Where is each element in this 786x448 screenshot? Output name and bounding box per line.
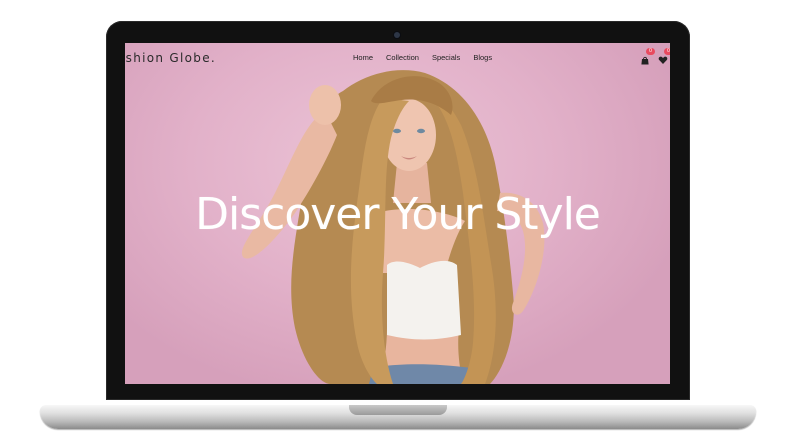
nav-item-home[interactable]: Home (353, 53, 373, 62)
eye-right-shape (417, 128, 425, 134)
nav-item-collection[interactable]: Collection (386, 53, 419, 62)
wishlist-count-badge: 0 (664, 48, 670, 55)
eye-left-shape (393, 128, 401, 134)
brand-logo[interactable]: ashion Globe. (125, 51, 216, 65)
heart-glyph (658, 56, 668, 64)
cart-count-badge: 0 (646, 48, 655, 55)
header-icons: 0 0 (638, 48, 670, 65)
heart-icon[interactable]: 0 (658, 48, 670, 64)
crop-top-shape (387, 260, 461, 340)
laptop-base-notch (349, 405, 447, 415)
nav-item-blogs[interactable]: Blogs (473, 53, 492, 62)
webcam-icon (394, 32, 400, 38)
nav-item-specials[interactable]: Specials (432, 53, 460, 62)
shopping-bag-glyph (641, 56, 649, 65)
shopping-bag-icon[interactable]: 0 (640, 48, 655, 65)
hand-left-shape (309, 85, 341, 125)
browser-screen: ashion Globe. Home Collection Specials B… (125, 43, 670, 384)
main-nav: Home Collection Specials Blogs (353, 53, 492, 62)
hero-title: Discover Your Style (195, 189, 601, 240)
